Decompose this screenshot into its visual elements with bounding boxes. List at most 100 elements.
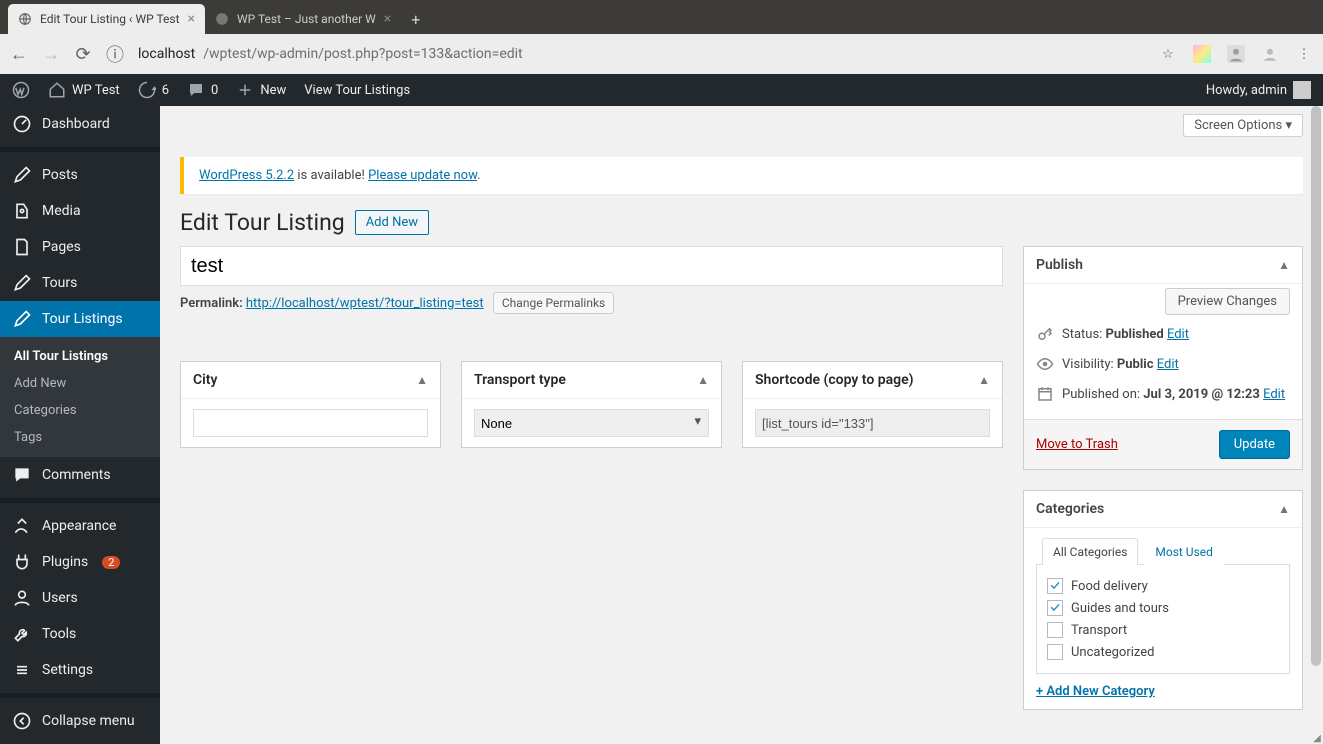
profile-icon[interactable] — [1227, 45, 1245, 63]
checkbox-icon[interactable] — [1047, 578, 1063, 594]
sidebar-item-tour-listings[interactable]: Tour Listings — [0, 301, 160, 337]
howdy[interactable]: Howdy, admin — [1206, 81, 1311, 99]
scrollbar[interactable] — [1309, 106, 1321, 744]
edit-status-link[interactable]: Edit — [1167, 327, 1189, 342]
back-icon[interactable]: ← — [10, 44, 28, 65]
sidebar-collapse[interactable]: Collapse menu — [0, 703, 160, 739]
checkbox-icon[interactable] — [1047, 644, 1063, 660]
wp-logo[interactable] — [12, 81, 30, 99]
transport-select[interactable]: None — [474, 409, 709, 437]
address-bar: ← → ⟳ ⓘ localhost/wptest/wp-admin/post.p… — [0, 34, 1323, 74]
avatar-icon[interactable] — [1261, 45, 1279, 63]
new-tab-button[interactable]: + — [401, 4, 430, 34]
category-item[interactable]: Transport — [1047, 619, 1279, 641]
wp-version-link[interactable]: WordPress 5.2.2 — [199, 168, 294, 183]
browser-chrome: Edit Tour Listing ‹ WP Test × WP Test – … — [0, 0, 1323, 74]
eye-icon — [1036, 355, 1054, 373]
page-title: Edit Tour Listing — [180, 209, 345, 236]
category-list: Food delivery Guides and tours Transport — [1036, 565, 1290, 674]
metabox-city: City ▲ — [180, 361, 441, 448]
sidebar-item-plugins[interactable]: Plugins 2 — [0, 544, 160, 580]
main-content: Screen Options ▾ WordPress 5.2.2 is avai… — [160, 106, 1323, 744]
sidebar-item-comments[interactable]: Comments — [0, 457, 160, 493]
sidebar-item-tools[interactable]: Tools — [0, 616, 160, 652]
calendar-icon — [1036, 385, 1054, 403]
sidebar-item-tours[interactable]: Tours — [0, 265, 160, 301]
plugin-count-badge: 2 — [102, 556, 120, 569]
browser-tab-active[interactable]: Edit Tour Listing ‹ WP Test × — [8, 4, 205, 34]
url-path: /wptest/wp-admin/post.php?post=133&actio… — [203, 46, 522, 62]
edit-date-link[interactable]: Edit — [1263, 387, 1285, 402]
reload-icon[interactable]: ⟳ — [74, 44, 92, 65]
key-icon — [1036, 325, 1054, 343]
close-icon[interactable]: × — [384, 11, 391, 27]
url-input[interactable]: localhost/wptest/wp-admin/post.php?post=… — [138, 46, 1145, 62]
browser-tab[interactable]: WP Test – Just another W × — [205, 4, 401, 34]
submenu-tags[interactable]: Tags — [0, 424, 160, 451]
submenu-categories[interactable]: Categories — [0, 397, 160, 424]
info-icon[interactable]: ⓘ — [106, 41, 124, 67]
sidebar-item-settings[interactable]: Settings — [0, 652, 160, 688]
sidebar-submenu: All Tour Listings Add New Categories Tag… — [0, 337, 160, 457]
admin-sidebar: Dashboard Posts Media Pages Tours Tour L… — [0, 106, 160, 744]
chevron-up-icon[interactable]: ▲ — [416, 373, 428, 387]
sidebar-item-dashboard[interactable]: Dashboard — [0, 106, 160, 142]
city-input[interactable] — [193, 409, 428, 437]
updates-link[interactable]: 6 — [138, 81, 169, 99]
tab-most-used[interactable]: Most Used — [1144, 538, 1224, 565]
permalink-row: Permalink: http://localhost/wptest/?tour… — [180, 286, 1003, 321]
metabox-shortcode: Shortcode (copy to page) ▲ — [742, 361, 1003, 448]
update-notice: WordPress 5.2.2 is available! Please upd… — [180, 157, 1303, 194]
checkbox-icon[interactable] — [1047, 600, 1063, 616]
close-icon[interactable]: × — [188, 11, 195, 27]
site-link[interactable]: WP Test — [48, 81, 120, 99]
chevron-up-icon[interactable]: ▲ — [978, 373, 990, 387]
avatar-icon — [1293, 81, 1311, 99]
add-category-link[interactable]: + Add New Category — [1024, 674, 1302, 709]
chevron-up-icon[interactable]: ▲ — [697, 373, 709, 387]
scrollbar-thumb[interactable] — [1311, 106, 1321, 666]
chevron-up-icon[interactable]: ▲ — [1278, 502, 1290, 516]
submenu-add[interactable]: Add New — [0, 370, 160, 397]
submenu-all[interactable]: All Tour Listings — [0, 343, 160, 370]
wp-admin-bar: WP Test 6 0 New View Tour Listings Howdy… — [0, 74, 1323, 106]
add-new-button[interactable]: Add New — [355, 210, 429, 235]
permalink-url[interactable]: http://localhost/wptest/?tour_listing=te… — [246, 296, 484, 311]
categories-box: Categories ▲ All Categories Most Used Fo… — [1023, 490, 1303, 710]
title-input[interactable] — [180, 246, 1003, 286]
change-permalinks-button[interactable]: Change Permalinks — [493, 292, 614, 314]
sidebar-item-posts[interactable]: Posts — [0, 157, 160, 193]
star-icon[interactable]: ☆ — [1159, 45, 1177, 63]
tab-all-categories[interactable]: All Categories — [1042, 538, 1138, 565]
shortcode-input[interactable] — [755, 409, 990, 437]
sidebar-item-pages[interactable]: Pages — [0, 229, 160, 265]
metabox-transport: Transport type ▲ None — [461, 361, 722, 448]
forward-icon: → — [42, 44, 60, 65]
wp-icon — [215, 12, 229, 26]
publish-box: Publish ▲ Preview Changes Status: Publis… — [1023, 246, 1303, 470]
category-item[interactable]: Uncategorized — [1047, 641, 1279, 663]
category-item[interactable]: Guides and tours — [1047, 597, 1279, 619]
tab-title: Edit Tour Listing ‹ WP Test — [40, 12, 180, 26]
update-button[interactable]: Update — [1219, 430, 1290, 459]
checkbox-icon[interactable] — [1047, 622, 1063, 638]
sidebar-item-media[interactable]: Media — [0, 193, 160, 229]
chevron-up-icon[interactable]: ▲ — [1278, 258, 1290, 272]
sidebar-item-users[interactable]: Users — [0, 580, 160, 616]
resize-corner[interactable]: ◢ — [1311, 732, 1323, 744]
extension-icon[interactable] — [1193, 45, 1211, 63]
comments-link[interactable]: 0 — [187, 81, 218, 99]
update-now-link[interactable]: Please update now — [368, 168, 477, 183]
edit-visibility-link[interactable]: Edit — [1157, 357, 1179, 372]
url-host: localhost — [138, 46, 195, 62]
trash-link[interactable]: Move to Trash — [1036, 437, 1118, 452]
preview-button[interactable]: Preview Changes — [1165, 288, 1290, 315]
category-item[interactable]: Food delivery — [1047, 575, 1279, 597]
tab-title: WP Test – Just another W — [237, 12, 376, 26]
view-link[interactable]: View Tour Listings — [304, 83, 410, 98]
tab-strip: Edit Tour Listing ‹ WP Test × WP Test – … — [0, 0, 1323, 34]
menu-icon[interactable]: ⋮ — [1295, 45, 1313, 63]
new-link[interactable]: New — [236, 81, 286, 99]
screen-options-button[interactable]: Screen Options ▾ — [1183, 114, 1303, 137]
sidebar-item-appearance[interactable]: Appearance — [0, 508, 160, 544]
